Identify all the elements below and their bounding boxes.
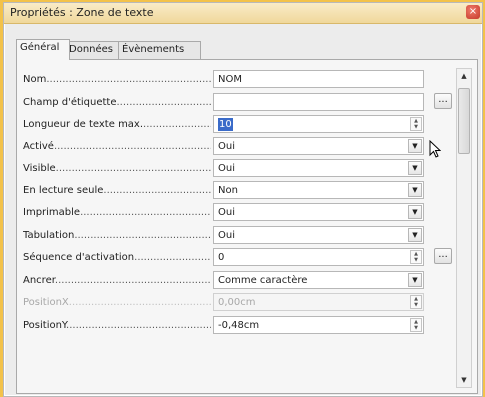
- property-label: PositionY...............................…: [23, 319, 211, 333]
- property-label-text: Champ d'étiquette: [23, 97, 117, 108]
- property-row: Imprimable..............................…: [23, 203, 453, 223]
- property-value: -0,48cm: [218, 320, 260, 331]
- property-row: Tabulation..............................…: [23, 226, 453, 246]
- property-input[interactable]: NOM: [213, 70, 424, 88]
- property-input[interactable]: [213, 93, 424, 111]
- property-label-text: Imprimable: [23, 207, 81, 218]
- label-dot-leader: ........................................…: [54, 275, 211, 286]
- property-value: Non: [218, 185, 238, 196]
- chevron-down-icon[interactable]: ▼: [408, 183, 422, 197]
- property-label-text: Nom: [23, 74, 47, 85]
- property-value: 10: [218, 118, 233, 131]
- property-label-text: Activé: [23, 141, 54, 152]
- property-row: PositionY...............................…: [23, 316, 453, 336]
- property-spinbox: 0,00cm ▲ ▼: [213, 293, 424, 311]
- property-label: Visible.................................…: [23, 162, 211, 176]
- spin-arrows-icon[interactable]: ▲ ▼: [410, 318, 422, 332]
- property-select[interactable]: Oui ▼: [213, 203, 424, 221]
- property-select[interactable]: Oui ▼: [213, 137, 424, 155]
- tab-donnees[interactable]: Données: [65, 41, 123, 59]
- properties-dialog: Propriétés : Zone de texte × Général Don…: [3, 2, 483, 397]
- spin-arrows-icon[interactable]: ▲ ▼: [410, 117, 422, 131]
- chevron-down-icon[interactable]: ▼: [408, 228, 422, 242]
- property-label: Ancrer..................................…: [23, 274, 211, 288]
- label-dot-leader: ........................................…: [66, 320, 211, 331]
- scroll-down-icon[interactable]: ▼: [457, 374, 471, 386]
- property-label: Longueur de texte max...................…: [23, 118, 211, 132]
- property-label: En lecture seule........................…: [23, 184, 211, 198]
- property-row: Nom.....................................…: [23, 70, 453, 90]
- chevron-down-icon[interactable]: ▼: [408, 273, 422, 287]
- property-label: Nom.....................................…: [23, 73, 211, 87]
- properties-panel: ▲ ▼ Nom.................................…: [16, 59, 478, 394]
- property-row: Activé..................................…: [23, 137, 453, 157]
- property-value: Comme caractère: [218, 275, 308, 286]
- property-select[interactable]: Oui ▼: [213, 159, 424, 177]
- property-select[interactable]: Non ▼: [213, 181, 424, 199]
- chevron-down-icon[interactable]: ▼: [408, 139, 422, 153]
- window-title: Propriétés : Zone de texte: [10, 6, 154, 19]
- spin-arrows-icon: ▲ ▼: [410, 295, 422, 309]
- chevron-down-icon[interactable]: ▼: [408, 161, 422, 175]
- label-dot-leader: ........................................…: [53, 141, 211, 152]
- chevron-down-icon[interactable]: ▼: [408, 205, 422, 219]
- property-label: Séquence d'activation...................…: [23, 251, 211, 265]
- property-label-text: Ancrer: [23, 275, 55, 286]
- ellipsis-button[interactable]: ...: [434, 248, 452, 264]
- tab-evenements[interactable]: Évènements: [118, 41, 201, 59]
- property-spinbox[interactable]: -0,48cm ▲ ▼: [213, 316, 424, 334]
- property-value: Oui: [218, 207, 235, 218]
- property-spinbox[interactable]: 10 ▲ ▼: [213, 115, 424, 133]
- label-dot-leader: ........................................…: [134, 252, 211, 263]
- property-spinbox[interactable]: 0 ▲ ▼: [213, 248, 424, 266]
- label-dot-leader: ........................................…: [74, 230, 211, 241]
- property-value: NOM: [218, 74, 242, 85]
- property-label: Activé..................................…: [23, 140, 211, 154]
- property-row: Séquence d'activation...................…: [23, 248, 453, 268]
- property-label-text: Séquence d'activation: [23, 252, 135, 263]
- property-value: Oui: [218, 163, 235, 174]
- ellipsis-button[interactable]: ...: [434, 93, 452, 109]
- property-label-text: Tabulation: [23, 230, 75, 241]
- property-label: Champ d'étiquette.......................…: [23, 96, 211, 110]
- property-label-text: PositionX: [23, 297, 69, 308]
- property-row: Champ d'étiquette.......................…: [23, 93, 453, 113]
- label-dot-leader: ........................................…: [116, 97, 212, 108]
- property-row: En lecture seule........................…: [23, 181, 453, 201]
- property-row: Ancrer..................................…: [23, 271, 453, 291]
- property-label: Tabulation..............................…: [23, 229, 211, 243]
- property-label: PositionX...............................…: [23, 296, 211, 310]
- property-value: Oui: [218, 230, 235, 241]
- spin-arrows-icon[interactable]: ▲ ▼: [410, 250, 422, 264]
- property-label-text: En lecture seule: [23, 185, 104, 196]
- scroll-up-icon[interactable]: ▲: [457, 70, 471, 82]
- vertical-scrollbar[interactable]: ▲ ▼: [456, 68, 472, 388]
- property-row: PositionX...............................…: [23, 293, 453, 313]
- property-label-text: Visible: [23, 163, 56, 174]
- close-icon[interactable]: ×: [466, 5, 480, 19]
- label-dot-leader: ........................................…: [46, 74, 211, 85]
- label-dot-leader: ........................................…: [80, 207, 211, 218]
- mouse-pointer-icon: [429, 140, 441, 158]
- property-value: 0,00cm: [218, 297, 256, 308]
- tab-general[interactable]: Général: [16, 39, 70, 60]
- property-value: Oui: [218, 141, 235, 152]
- property-row: Visible.................................…: [23, 159, 453, 179]
- property-select[interactable]: Oui ▼: [213, 226, 424, 244]
- property-label-text: PositionY: [23, 320, 67, 331]
- title-bar[interactable]: Propriétés : Zone de texte ×: [4, 3, 482, 24]
- label-dot-leader: ........................................…: [68, 297, 211, 308]
- label-dot-leader: ........................................…: [55, 163, 211, 174]
- property-row: Longueur de texte max...................…: [23, 115, 453, 135]
- property-value: 0: [218, 252, 225, 263]
- label-dot-leader: ........................................…: [103, 185, 211, 196]
- property-label-text: Longueur de texte max.: [23, 119, 144, 130]
- scroll-thumb[interactable]: [458, 88, 470, 154]
- label-dot-leader: ........................................…: [143, 119, 211, 130]
- property-label: Imprimable..............................…: [23, 206, 211, 220]
- property-select[interactable]: Comme caractère ▼: [213, 271, 424, 289]
